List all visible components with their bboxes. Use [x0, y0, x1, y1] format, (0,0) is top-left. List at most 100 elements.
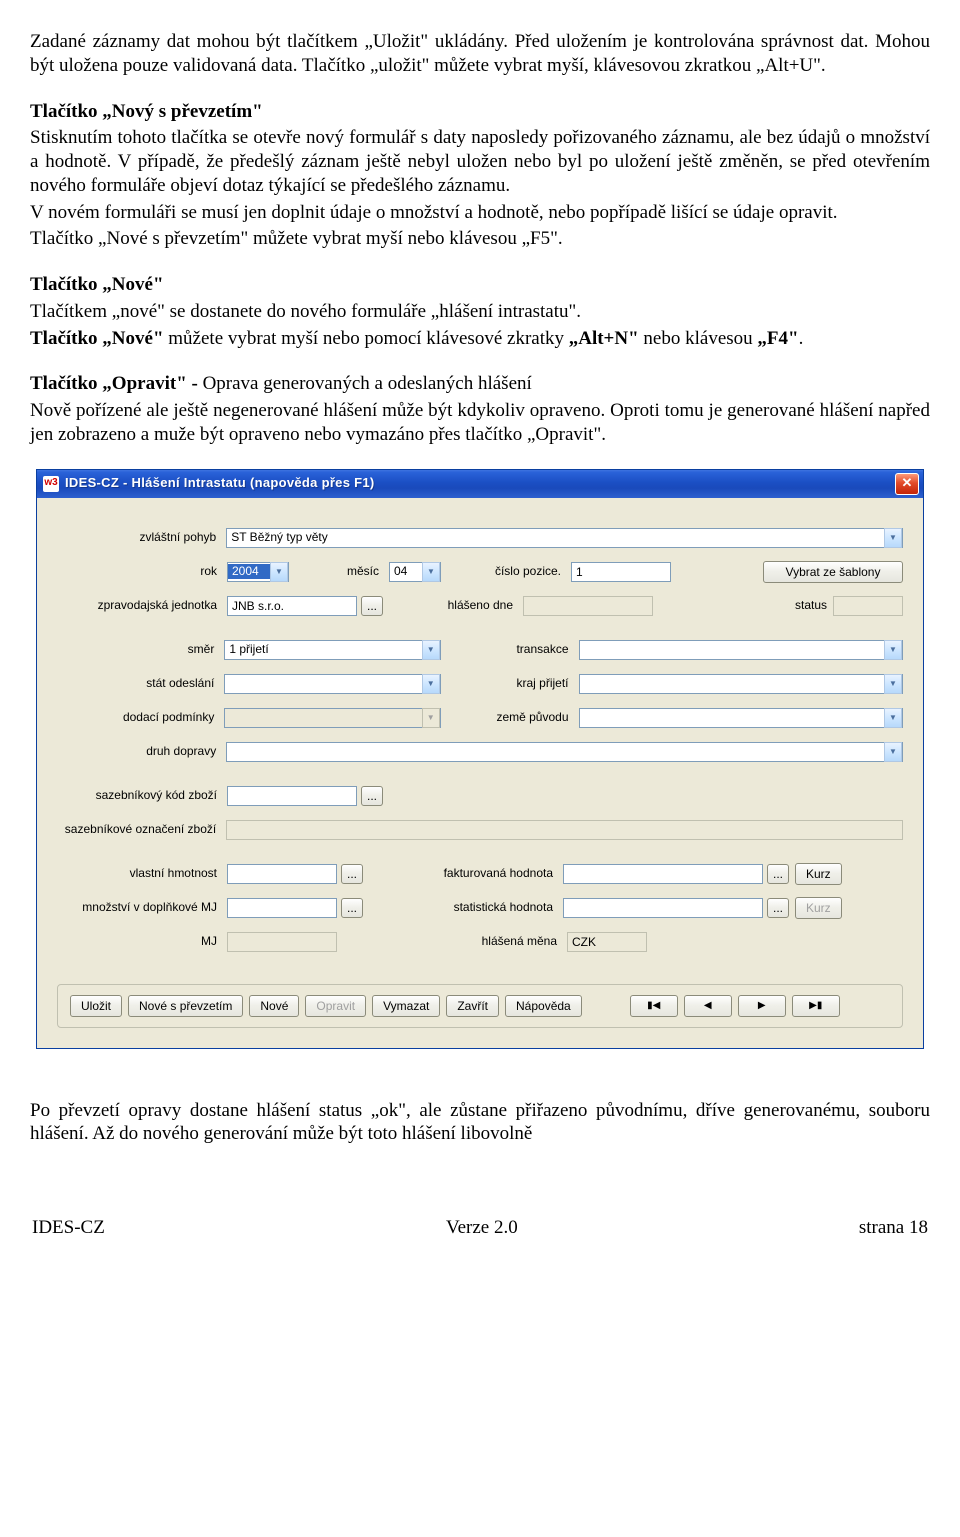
opravit-button: Opravit — [305, 995, 366, 1017]
paragraph-opravit: Tlačítko „Opravit" - Oprava generovaných… — [30, 372, 930, 446]
napoveda-button[interactable]: Nápověda — [505, 995, 582, 1017]
chevron-down-icon[interactable]: ▼ — [884, 528, 902, 548]
input-vlastni-hmotnost[interactable] — [227, 864, 337, 884]
combo-stat-odeslani[interactable]: ▼ — [224, 674, 440, 694]
form-body: zvláštní pohyb ST Běžný typ věty ▼ rok 2… — [37, 498, 923, 1048]
combo-smer[interactable]: 1 přijetí ▼ — [224, 640, 440, 660]
titlebar[interactable]: w3 IDES-CZ - Hlášení Intrastatu (napověd… — [37, 470, 923, 498]
combo-transakce[interactable]: ▼ — [579, 640, 904, 660]
label-fakturovana-hodnota: fakturovaná hodnota — [363, 866, 563, 881]
combo-value: 1 přijetí — [225, 642, 421, 657]
input-mj — [227, 932, 337, 952]
label-kraj-prijeti: kraj přijetí — [441, 676, 579, 691]
close-icon[interactable]: ✕ — [895, 473, 919, 495]
combo-rok[interactable]: 2004 ▼ — [227, 562, 289, 582]
chevron-down-icon[interactable]: ▼ — [422, 640, 440, 660]
label-statisticka-hodnota: statistická hodnota — [363, 900, 563, 915]
nav-next-button[interactable]: ▶ — [738, 995, 786, 1017]
combo-zvlastni-pohyb[interactable]: ST Běžný typ věty ▼ — [226, 528, 903, 548]
input-sazebnikovy-kod[interactable] — [227, 786, 357, 806]
label-mnozstvi-mj: množství v doplňkové MJ — [57, 900, 227, 915]
nav-prev-button[interactable]: ◀ — [684, 995, 732, 1017]
label-druh-dopravy: druh dopravy — [57, 744, 226, 759]
paragraph-save: Zadané záznamy dat mohou být tlačítkem „… — [30, 30, 930, 78]
text: Tlačítko „Nové s převzetím" můžete vybra… — [30, 227, 930, 251]
label-transakce: transakce — [441, 642, 579, 657]
app-window: w3 IDES-CZ - Hlášení Intrastatu (napověd… — [36, 469, 924, 1049]
label-sazebnikove-oznaceni: sazebníkové označení zboží — [57, 822, 226, 837]
input-zpravodajska-jednotka[interactable] — [227, 596, 357, 616]
text-bold: Tlačítko „Opravit" - — [30, 373, 203, 394]
lookup-button[interactable]: ... — [341, 898, 363, 918]
label-zvlastni-pohyb: zvláštní pohyb — [57, 530, 226, 545]
label-sazebnikovy-kod: sazebníkový kód zboží — [57, 788, 227, 803]
combo-druh-dopravy[interactable]: ▼ — [226, 742, 903, 762]
text: Zadané záznamy dat mohou být tlačítkem „… — [30, 30, 930, 78]
lookup-button[interactable]: ... — [361, 596, 383, 616]
footer-left: IDES-CZ — [32, 1216, 105, 1240]
heading: Tlačítko „Opravit" - Oprava generovaných… — [30, 372, 930, 396]
text: Tlačítkem „nové" se dostanete do nového … — [30, 300, 930, 324]
lookup-button[interactable]: ... — [767, 864, 789, 884]
nove-prevzetim-button[interactable]: Nové s převzetím — [128, 995, 243, 1017]
label-dodaci-podminky: dodací podmínky — [57, 710, 224, 725]
combo-mesic[interactable]: 04 ▼ — [389, 562, 441, 582]
combo-value: 04 — [390, 564, 422, 579]
nove-button[interactable]: Nové — [249, 995, 299, 1017]
paragraph-novy-prevzetim: Tlačítko „Nový s převzetím" Stisknutím t… — [30, 100, 930, 252]
chevron-down-icon: ▼ — [422, 708, 440, 728]
label-mj: MJ — [57, 934, 227, 949]
label-hlasena-mena: hlášená měna — [367, 934, 567, 949]
combo-kraj-prijeti[interactable]: ▼ — [579, 674, 904, 694]
input-fakturovana-hodnota[interactable] — [563, 864, 763, 884]
combo-dodaci-podminky: ▼ — [224, 708, 440, 728]
label-mesic: měsíc — [289, 564, 389, 579]
ulozit-button[interactable]: Uložit — [70, 995, 122, 1017]
text-bold: „F4" — [757, 328, 798, 349]
input-mnozstvi-mj[interactable] — [227, 898, 337, 918]
lookup-button[interactable]: ... — [361, 786, 383, 806]
paragraph-after-window: Po převzetí opravy dostane hlášení statu… — [30, 1099, 930, 1147]
input-status — [833, 596, 903, 616]
label-stat-odeslani: stát odeslání — [57, 676, 224, 691]
text: Tlačítko „Nové" můžete vybrat myší nebo … — [30, 327, 930, 351]
label-zeme-puvodu: země původu — [441, 710, 579, 725]
label-smer: směr — [57, 642, 224, 657]
text-bold: „Alt+N" — [569, 328, 639, 349]
nav-last-button[interactable]: ▶▮ — [792, 995, 840, 1017]
footer-right: strana 18 — [859, 1216, 928, 1240]
chevron-down-icon[interactable]: ▼ — [422, 674, 440, 694]
chevron-down-icon[interactable]: ▼ — [884, 640, 902, 660]
chevron-down-icon[interactable]: ▼ — [884, 708, 902, 728]
combo-zeme-puvodu[interactable]: ▼ — [579, 708, 904, 728]
chevron-down-icon[interactable]: ▼ — [884, 674, 902, 694]
kurz-button-disabled: Kurz — [795, 897, 842, 919]
first-icon: ▮◀ — [647, 1000, 660, 1011]
kurz-button[interactable]: Kurz — [795, 863, 842, 885]
page-footer: IDES-CZ Verze 2.0 strana 18 — [30, 1216, 930, 1240]
text-bold: Tlačítko „Nové" — [30, 328, 164, 349]
next-icon: ▶ — [758, 1000, 766, 1011]
vymazat-button[interactable]: Vymazat — [372, 995, 440, 1017]
label-zpravodajska-jednotka: zpravodajská jednotka — [57, 598, 227, 613]
text: nebo klávesou — [639, 328, 758, 349]
text: Stisknutím tohoto tlačítka se otevře nov… — [30, 126, 930, 197]
lookup-button[interactable]: ... — [341, 864, 363, 884]
combo-value: ST Běžný typ věty — [227, 530, 884, 545]
label-hlaseno-dne: hlášeno dne — [383, 598, 523, 613]
chevron-down-icon[interactable]: ▼ — [422, 562, 440, 582]
input-statisticka-hodnota[interactable] — [563, 898, 763, 918]
zavrit-button[interactable]: Zavřít — [446, 995, 499, 1017]
heading: Tlačítko „Nové" — [30, 273, 930, 297]
input-cislo-pozice[interactable] — [571, 562, 671, 582]
text: Po převzetí opravy dostane hlášení statu… — [30, 1099, 930, 1147]
label-cislo-pozice: číslo pozice. — [441, 564, 571, 579]
chevron-down-icon[interactable]: ▼ — [270, 562, 288, 582]
vybrat-sablony-button[interactable]: Vybrat ze šablony — [763, 561, 903, 583]
label-status: status — [767, 598, 833, 613]
label-vlastni-hmotnost: vlastní hmotnost — [57, 866, 227, 881]
text: můžete vybrat myší nebo pomocí klávesové… — [164, 328, 569, 349]
nav-first-button[interactable]: ▮◀ — [630, 995, 678, 1017]
lookup-button[interactable]: ... — [767, 898, 789, 918]
chevron-down-icon[interactable]: ▼ — [884, 742, 902, 762]
